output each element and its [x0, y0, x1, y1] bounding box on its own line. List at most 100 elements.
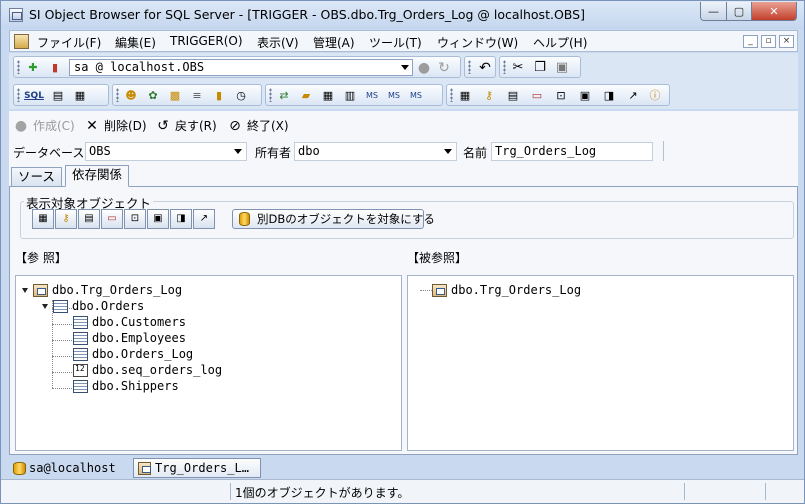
folder-icon[interactable]: ▰	[298, 88, 314, 104]
clock-icon[interactable]: ◷	[233, 88, 249, 104]
info-icon[interactable]: ⓘ	[647, 88, 663, 104]
tree-node-orders-log[interactable]: dbo.Orders_Log	[73, 346, 193, 362]
tree-node-employees[interactable]: dbo.Employees	[73, 330, 186, 346]
table-filter-button[interactable]: ▦	[32, 209, 54, 229]
menu-help[interactable]: ヘルプ(H)	[533, 34, 587, 51]
admin-toolbar: ☻ ✿ ▩ ≡ ▮ ◷	[112, 84, 262, 106]
window-filter-button[interactable]: ▭	[101, 209, 123, 229]
sync-icon[interactable]: ⇄	[276, 88, 292, 104]
database-icon	[239, 212, 250, 226]
filter-bar: データベース OBS 所有者 dbo 名前 Trg_Orders_Log	[9, 139, 798, 165]
revert-button[interactable]: ↺ 戻す(R)	[155, 117, 217, 134]
status-bar: 1個のオブジェクトがあります。	[1, 479, 804, 503]
tree-node-trigger[interactable]: dbo.Trg_Orders_Log	[22, 282, 182, 298]
mdi-minimize-button[interactable]: _	[743, 35, 758, 48]
tree-node-orders[interactable]: dbo.Orders	[42, 298, 144, 314]
menu-manage[interactable]: 管理(A)	[313, 34, 355, 51]
link-filter-button[interactable]: ↗	[193, 209, 215, 229]
refresh-icon[interactable]: ↻	[436, 60, 452, 76]
create-label: 作成(C)	[33, 119, 75, 133]
tree-node-customers[interactable]: dbo.Customers	[73, 314, 186, 330]
view-filter-button[interactable]: ⊡	[124, 209, 146, 229]
document-icon[interactable]	[14, 34, 29, 49]
copy-icon[interactable]: ❐	[532, 60, 548, 76]
script-icon[interactable]: ▤	[50, 88, 66, 104]
expand-icon[interactable]	[22, 287, 28, 293]
exit-icon: ⊘	[229, 117, 241, 134]
menu-window[interactable]: ウィンドウ(W)	[437, 34, 518, 51]
tree-node-shippers[interactable]: dbo.Shippers	[73, 378, 179, 394]
key-icon[interactable]: ⚷	[481, 88, 497, 104]
ms2-icon[interactable]: MS	[386, 88, 402, 104]
table-icon[interactable]: ▦	[457, 88, 473, 104]
stop-icon[interactable]: ●	[416, 60, 432, 76]
cylinder-icon[interactable]: ▮	[211, 88, 227, 104]
exit-button[interactable]: ⊘ 終了(X)	[227, 117, 288, 134]
procedure-filter-button[interactable]: ▣	[147, 209, 169, 229]
disconnect-icon[interactable]: ▮	[47, 60, 63, 76]
sql-icon[interactable]: SQL	[24, 88, 44, 104]
app-icon[interactable]	[9, 8, 23, 22]
doc-tab-connection[interactable]: sa@localhost	[9, 458, 120, 478]
expand-icon[interactable]	[42, 303, 48, 309]
connection-select[interactable]: sa @ localhost.OBS	[69, 59, 413, 76]
link-icon[interactable]: ↗	[625, 88, 641, 104]
other-db-button[interactable]: 別DBのオブジェクトを対象にする	[232, 209, 435, 229]
doc-tab-trigger[interactable]: Trg_Orders_L…	[133, 458, 261, 478]
tab-dependency[interactable]: 依存関係	[65, 165, 130, 187]
calendar-filter-button[interactable]: ▤	[78, 209, 100, 229]
maximize-button[interactable]: ▢	[726, 2, 752, 21]
calendar-icon[interactable]: ▤	[505, 88, 521, 104]
cut-icon[interactable]: ✂	[510, 60, 526, 76]
delete-button[interactable]: ✕ 削除(D)	[84, 117, 147, 134]
referenced-by-tree[interactable]: dbo.Trg_Orders_Log	[407, 275, 794, 451]
lock-icon[interactable]: ▩	[167, 88, 183, 104]
chart-icon[interactable]: ▥	[342, 88, 358, 104]
grid-icon[interactable]: ▦	[72, 88, 88, 104]
mdi-restore-button[interactable]: ▫	[761, 35, 776, 48]
database-select[interactable]: OBS	[85, 142, 247, 161]
delete-label: 削除(D)	[104, 119, 147, 133]
menu-file[interactable]: ファイル(F)	[37, 34, 101, 51]
database-icon[interactable]: ≡	[189, 88, 205, 104]
connect-icon[interactable]: ✚	[25, 60, 41, 76]
tree-node-trigger-ref[interactable]: dbo.Trg_Orders_Log	[432, 282, 581, 298]
tab-source[interactable]: ソース	[11, 167, 62, 187]
name-field[interactable]: Trg_Orders_Log	[491, 142, 653, 161]
index-filter-button[interactable]: ◨	[170, 209, 192, 229]
menu-tools[interactable]: ツール(T)	[369, 34, 422, 51]
owner-select-value: dbo	[298, 144, 320, 158]
sql-toolbar: SQL ▤ ▦	[13, 84, 109, 106]
menu-edit[interactable]: 編集(E)	[115, 34, 156, 51]
role-icon[interactable]: ✿	[145, 88, 161, 104]
user-icon[interactable]: ☻	[123, 88, 139, 104]
menu-trigger[interactable]: TRIGGER(O)	[170, 34, 243, 48]
create-button[interactable]: ● 作成(C)	[13, 117, 75, 134]
close-button[interactable]: ✕	[751, 2, 797, 21]
connection-select-value: sa @ localhost.OBS	[74, 60, 205, 74]
window-icon[interactable]: ▭	[529, 88, 545, 104]
database-label: データベース	[13, 146, 85, 160]
window-title: SI Object Browser for SQL Server - [TRIG…	[29, 7, 585, 22]
minimize-button[interactable]: —	[700, 2, 727, 21]
ms-icon[interactable]: MS	[364, 88, 380, 104]
trigger-icon	[432, 283, 447, 297]
ms3-icon[interactable]: MS	[408, 88, 424, 104]
editor-tabs: ソース 依存関係	[9, 165, 798, 187]
status-message: 1個のオブジェクトがあります。	[235, 486, 410, 500]
references-tree[interactable]: dbo.Trg_Orders_Log dbo.Orders dbo.Custom…	[15, 275, 402, 451]
tree-node-sequence[interactable]: dbo.seq_orders_log	[73, 362, 222, 378]
grid-edit-icon[interactable]: ▦	[320, 88, 336, 104]
action-bar: ● 作成(C) ✕ 削除(D) ↺ 戻す(R) ⊘ 終了(X)	[9, 111, 798, 139]
view-icon[interactable]: ⊡	[553, 88, 569, 104]
tools-toolbar: ⇄ ▰ ▦ ▥ MS MS MS	[265, 84, 443, 106]
undo-icon[interactable]: ↶	[477, 60, 493, 76]
procedure-icon[interactable]: ▣	[577, 88, 593, 104]
menu-view[interactable]: 表示(V)	[257, 34, 299, 51]
owner-select[interactable]: dbo	[294, 142, 457, 161]
index-icon[interactable]: ◨	[601, 88, 617, 104]
mdi-close-button[interactable]: ×	[779, 35, 794, 48]
key-filter-button[interactable]: ⚷	[55, 209, 77, 229]
paste-icon[interactable]: ▣	[554, 60, 570, 76]
sequence-icon	[73, 363, 88, 377]
